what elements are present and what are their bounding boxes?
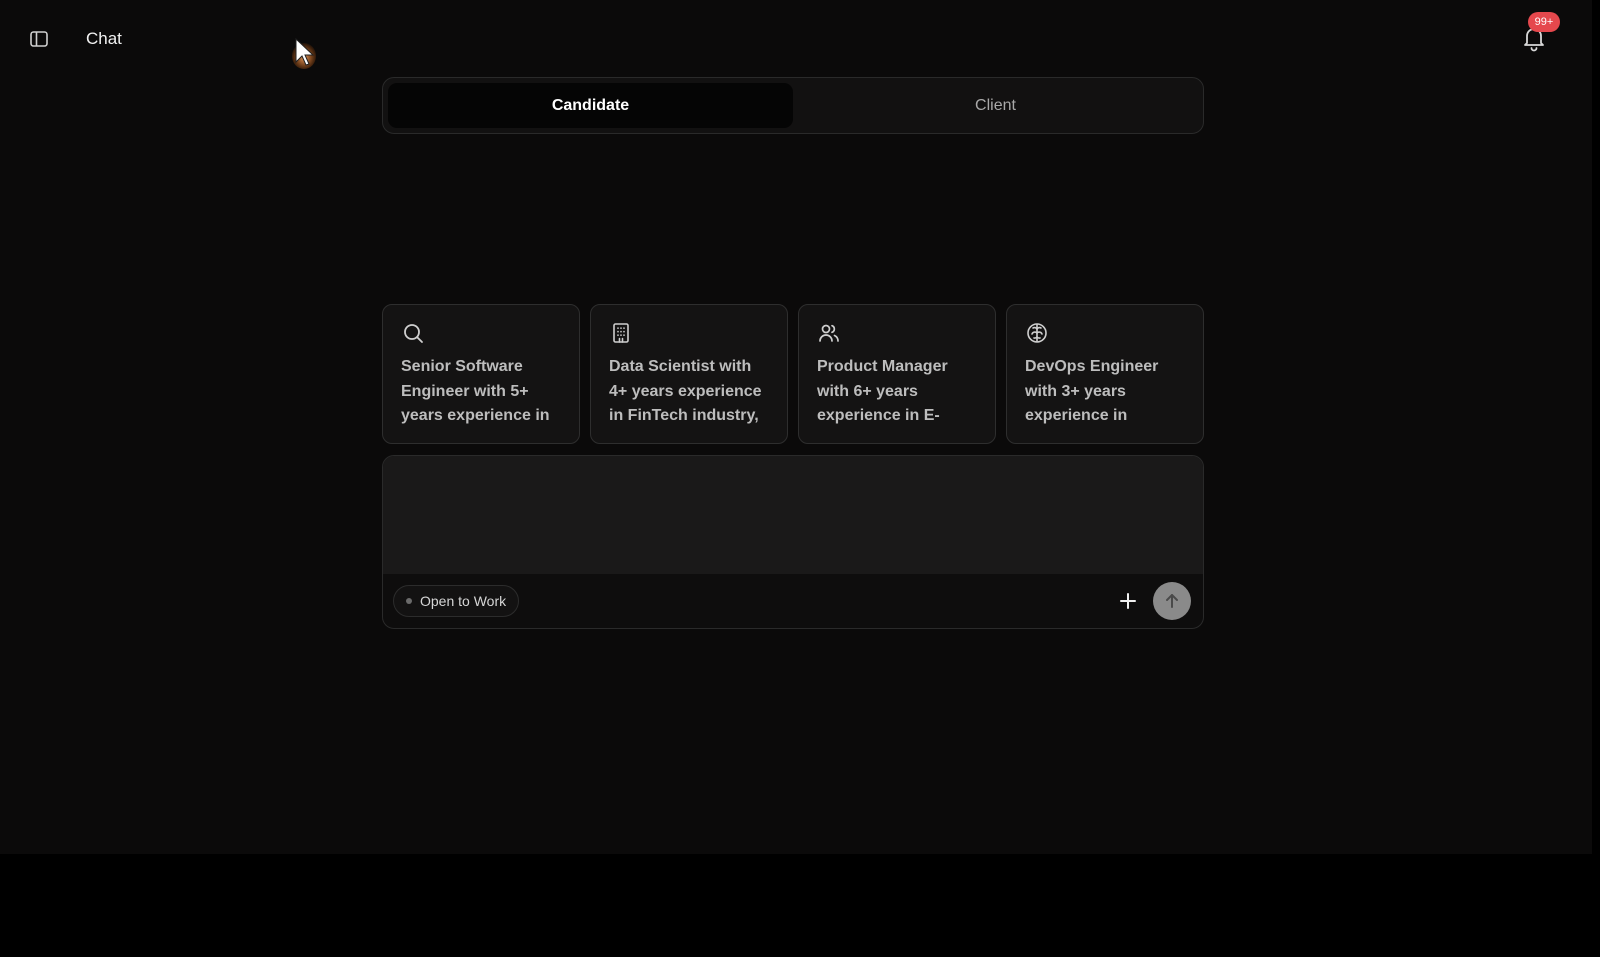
search-icon <box>404 324 423 343</box>
page-title: Chat <box>86 29 122 48</box>
suggestion-text: Product Manager with 6+ years experience… <box>817 358 948 424</box>
message-input[interactable] <box>383 456 1203 574</box>
status-chip-label: Open to Work <box>420 593 507 609</box>
suggestion-cards: Senior Software Engineer with 5+ years e… <box>382 304 1204 444</box>
tab-candidate[interactable]: Candidate <box>388 83 793 128</box>
open-to-work-chip[interactable]: Open to Work <box>393 585 520 617</box>
suggestion-card-data-scientist[interactable]: Data Scientist with 4+ years experience … <box>590 304 788 444</box>
top-bar: Chat 99+ <box>0 0 1592 76</box>
suggestion-text: DevOps Engineer with 3+ years experience… <box>1025 358 1159 424</box>
notification-badge: 99+ <box>1528 12 1560 32</box>
suggestion-text: Senior Software Engineer with 5+ years e… <box>401 358 550 424</box>
mode-tabs: Candidate Client <box>382 77 1204 134</box>
status-dot <box>406 598 412 604</box>
add-attachment-button[interactable] <box>1113 586 1143 616</box>
mouse-cursor-icon <box>292 37 316 69</box>
tab-client[interactable]: Client <box>793 83 1198 128</box>
message-composer: Open to Work <box>382 455 1204 629</box>
suggestion-text: Data Scientist with 4+ years experience … <box>609 358 762 424</box>
building-icon <box>613 323 629 343</box>
suggestion-card-devops-engineer[interactable]: DevOps Engineer with 3+ years experience… <box>1006 304 1204 444</box>
brain-icon <box>1027 323 1047 343</box>
app-window: Chat 99+ Candidate Client Senior Softwar… <box>0 0 1592 854</box>
sidebar-panel-icon <box>30 31 48 47</box>
suggestion-card-software-engineer[interactable]: Senior Software Engineer with 5+ years e… <box>382 304 580 444</box>
send-button[interactable] <box>1153 582 1191 620</box>
plus-icon <box>1120 593 1136 609</box>
arrow-up-icon <box>1166 594 1178 608</box>
suggestion-card-product-manager[interactable]: Product Manager with 6+ years experience… <box>798 304 996 444</box>
users-icon <box>819 324 839 342</box>
sidebar-toggle-button[interactable] <box>26 26 52 52</box>
